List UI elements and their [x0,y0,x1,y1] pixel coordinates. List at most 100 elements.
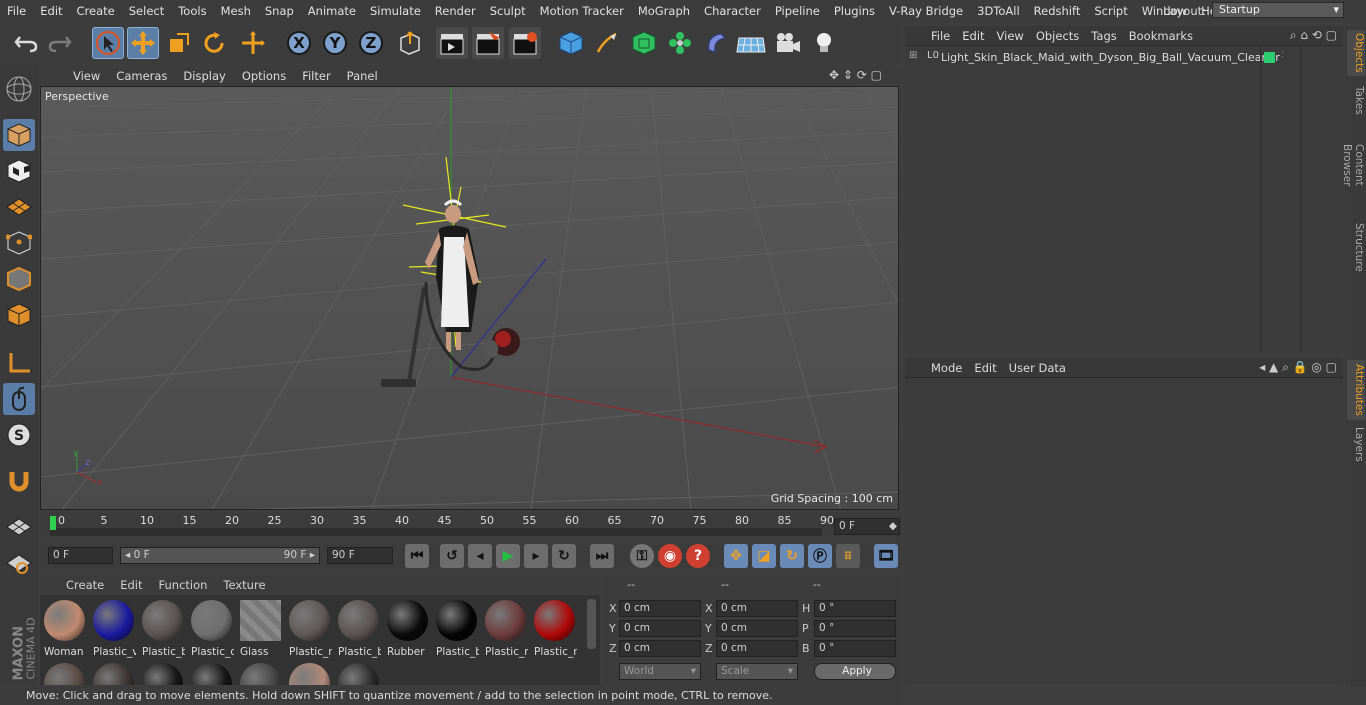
material-swatch[interactable]: Plastic_r [287,598,332,658]
viewport-menu-filter[interactable]: Filter [294,69,338,83]
size-y-field[interactable]: 0 cm [716,620,798,637]
menu-script[interactable]: Script [1087,4,1134,18]
render-view-button[interactable] [436,27,468,59]
tab-layers[interactable]: Layers [1347,424,1365,464]
tab-takes[interactable]: Takes [1347,82,1365,118]
material-swatch[interactable]: Plastic_r [532,598,577,658]
material-swatch[interactable]: Plastic_r [483,598,528,658]
object-row[interactable]: ⊞ L0 Light_Skin_Black_Maid_with_Dyson_Bi… [905,48,1343,68]
menu-vray-bridge[interactable]: V-Ray Bridge [882,4,970,18]
material-menu-edit[interactable]: Edit [112,578,150,592]
rot-h-field[interactable]: 0 ° [814,600,896,617]
cloner-button[interactable] [664,27,696,59]
menu-plugins[interactable]: Plugins [827,4,882,18]
viewport-menu-view[interactable]: View [65,69,108,83]
viewport-menu-cameras[interactable]: Cameras [108,69,175,83]
material-swatch[interactable] [140,661,185,685]
previous-frame-button[interactable]: ◂ [468,544,492,568]
next-key-button[interactable]: ↻ [552,544,576,568]
viewport-menu-display[interactable]: Display [175,69,233,83]
obj-search-home-icons[interactable]: ⌕ ⌂ ⟲ ▢ [1290,28,1337,43]
rotate-tool-button[interactable] [198,27,230,59]
x-axis-lock-button[interactable]: X [283,27,315,59]
render-settings-button[interactable] [509,27,541,59]
menu-tools[interactable]: Tools [171,4,213,18]
key-rotation-button[interactable]: ↻ [780,544,804,568]
menu-3dtoall[interactable]: 3DToAll [970,4,1027,18]
camera-button[interactable] [772,27,804,59]
y-axis-lock-button[interactable]: Y [319,27,351,59]
expand-plus-icon[interactable]: ⊞ [909,50,917,61]
apply-button[interactable]: Apply [814,663,896,680]
menu-mesh[interactable]: Mesh [214,4,258,18]
model-mode-button[interactable] [3,119,35,151]
record-keys-button[interactable]: ⚿ [630,544,654,568]
key-pla-button[interactable]: ⠿ [836,544,860,568]
timeline-track[interactable] [50,528,822,536]
pos-y-field[interactable]: 0 cm [619,620,701,637]
material-swatch[interactable] [189,661,234,685]
planar-workplane-button[interactable] [3,547,35,579]
obj-menu-objects[interactable]: Objects [1030,29,1085,43]
floor-button[interactable] [735,27,767,59]
menu-character[interactable]: Character [697,4,768,18]
menu-create[interactable]: Create [70,4,122,18]
keyframe-selection-button[interactable]: ? [686,544,710,568]
menu-edit[interactable]: Edit [33,4,69,18]
size-z-field[interactable]: 0 cm [716,640,798,657]
material-menu-function[interactable]: Function [151,578,216,592]
move-tool-button[interactable] [127,27,159,59]
edges-mode-button[interactable] [3,263,35,295]
axis-mode-button[interactable] [3,347,35,379]
menu-snap[interactable]: Snap [258,4,301,18]
make-editable-button[interactable] [3,73,35,105]
attr-nav-icons[interactable]: ◂ ▲ ⌕ 🔒 ◎ ▢ [1259,360,1337,375]
timeline-ruler[interactable]: 0 5 10 15 20 25 30 35 40 45 50 55 60 65 70 75 80 85 90 0 F… [40,512,902,540]
obj-menu-file[interactable]: File [925,29,956,43]
go-to-end-button[interactable]: ⏭ [590,544,614,568]
material-scrollbar[interactable] [587,599,596,649]
material-swatch[interactable] [336,661,381,685]
play-button[interactable]: ▶ [496,544,520,568]
menu-animate[interactable]: Animate [301,4,363,18]
timeline-window-button[interactable]: 🎞 [874,544,898,568]
obj-menu-edit[interactable]: Edit [956,29,990,43]
start-frame-field[interactable]: 0 F [48,547,113,564]
viewport-menu-options[interactable]: Options [234,69,294,83]
previous-key-button[interactable]: ↺ [440,544,464,568]
material-swatch[interactable]: Rubber [385,598,430,658]
deformer-button[interactable] [700,27,732,59]
menu-pipeline[interactable]: Pipeline [768,4,827,18]
tab-structure[interactable]: Structure [1347,222,1365,272]
attr-menu-user-data[interactable]: User Data [1003,361,1072,375]
tab-attributes[interactable]: Attributes [1347,360,1365,420]
material-swatch[interactable]: Plastic_v [91,598,136,658]
undo-button[interactable] [10,27,42,59]
tweak-mode-button[interactable] [3,383,35,415]
material-menu-texture[interactable]: Texture [215,578,273,592]
menu-sculpt[interactable]: Sculpt [483,4,533,18]
pos-x-field[interactable]: 0 cm [619,600,701,617]
current-frame-field[interactable]: 0 F ◆ [834,518,900,535]
key-scale-button[interactable]: ◪ [752,544,776,568]
perspective-viewport[interactable]: y x z Perspective Grid Spacing : 100 cm [40,86,899,510]
redo-button[interactable] [44,27,76,59]
viewport-nav-icons[interactable]: ✥ ⇕ ⟳ ▢ [829,68,882,82]
menu-select[interactable]: Select [122,4,171,18]
size-mode-dropdown[interactable]: Scale ▾ [716,663,798,680]
viewport-menu-panel[interactable]: Panel [339,69,386,83]
material-swatch[interactable]: Glass [238,598,283,658]
points-mode-button[interactable] [3,227,35,259]
subdivision-button[interactable] [628,27,660,59]
attr-menu-mode[interactable]: Mode [925,361,968,375]
obj-menu-bookmarks[interactable]: Bookmarks [1123,29,1199,43]
snap-toggle-button[interactable] [3,465,35,497]
menu-render[interactable]: Render [428,4,483,18]
menu-simulate[interactable]: Simulate [363,4,428,18]
material-swatch[interactable]: Plastic_c [189,598,234,658]
layout-dropdown[interactable]: Startup ▾ [1212,2,1344,18]
coordinate-space-dropdown[interactable]: World ▾ [619,663,701,680]
polygons-mode-button[interactable] [3,299,35,331]
transform-tool-button[interactable] [237,27,269,59]
size-x-field[interactable]: 0 cm [716,600,798,617]
